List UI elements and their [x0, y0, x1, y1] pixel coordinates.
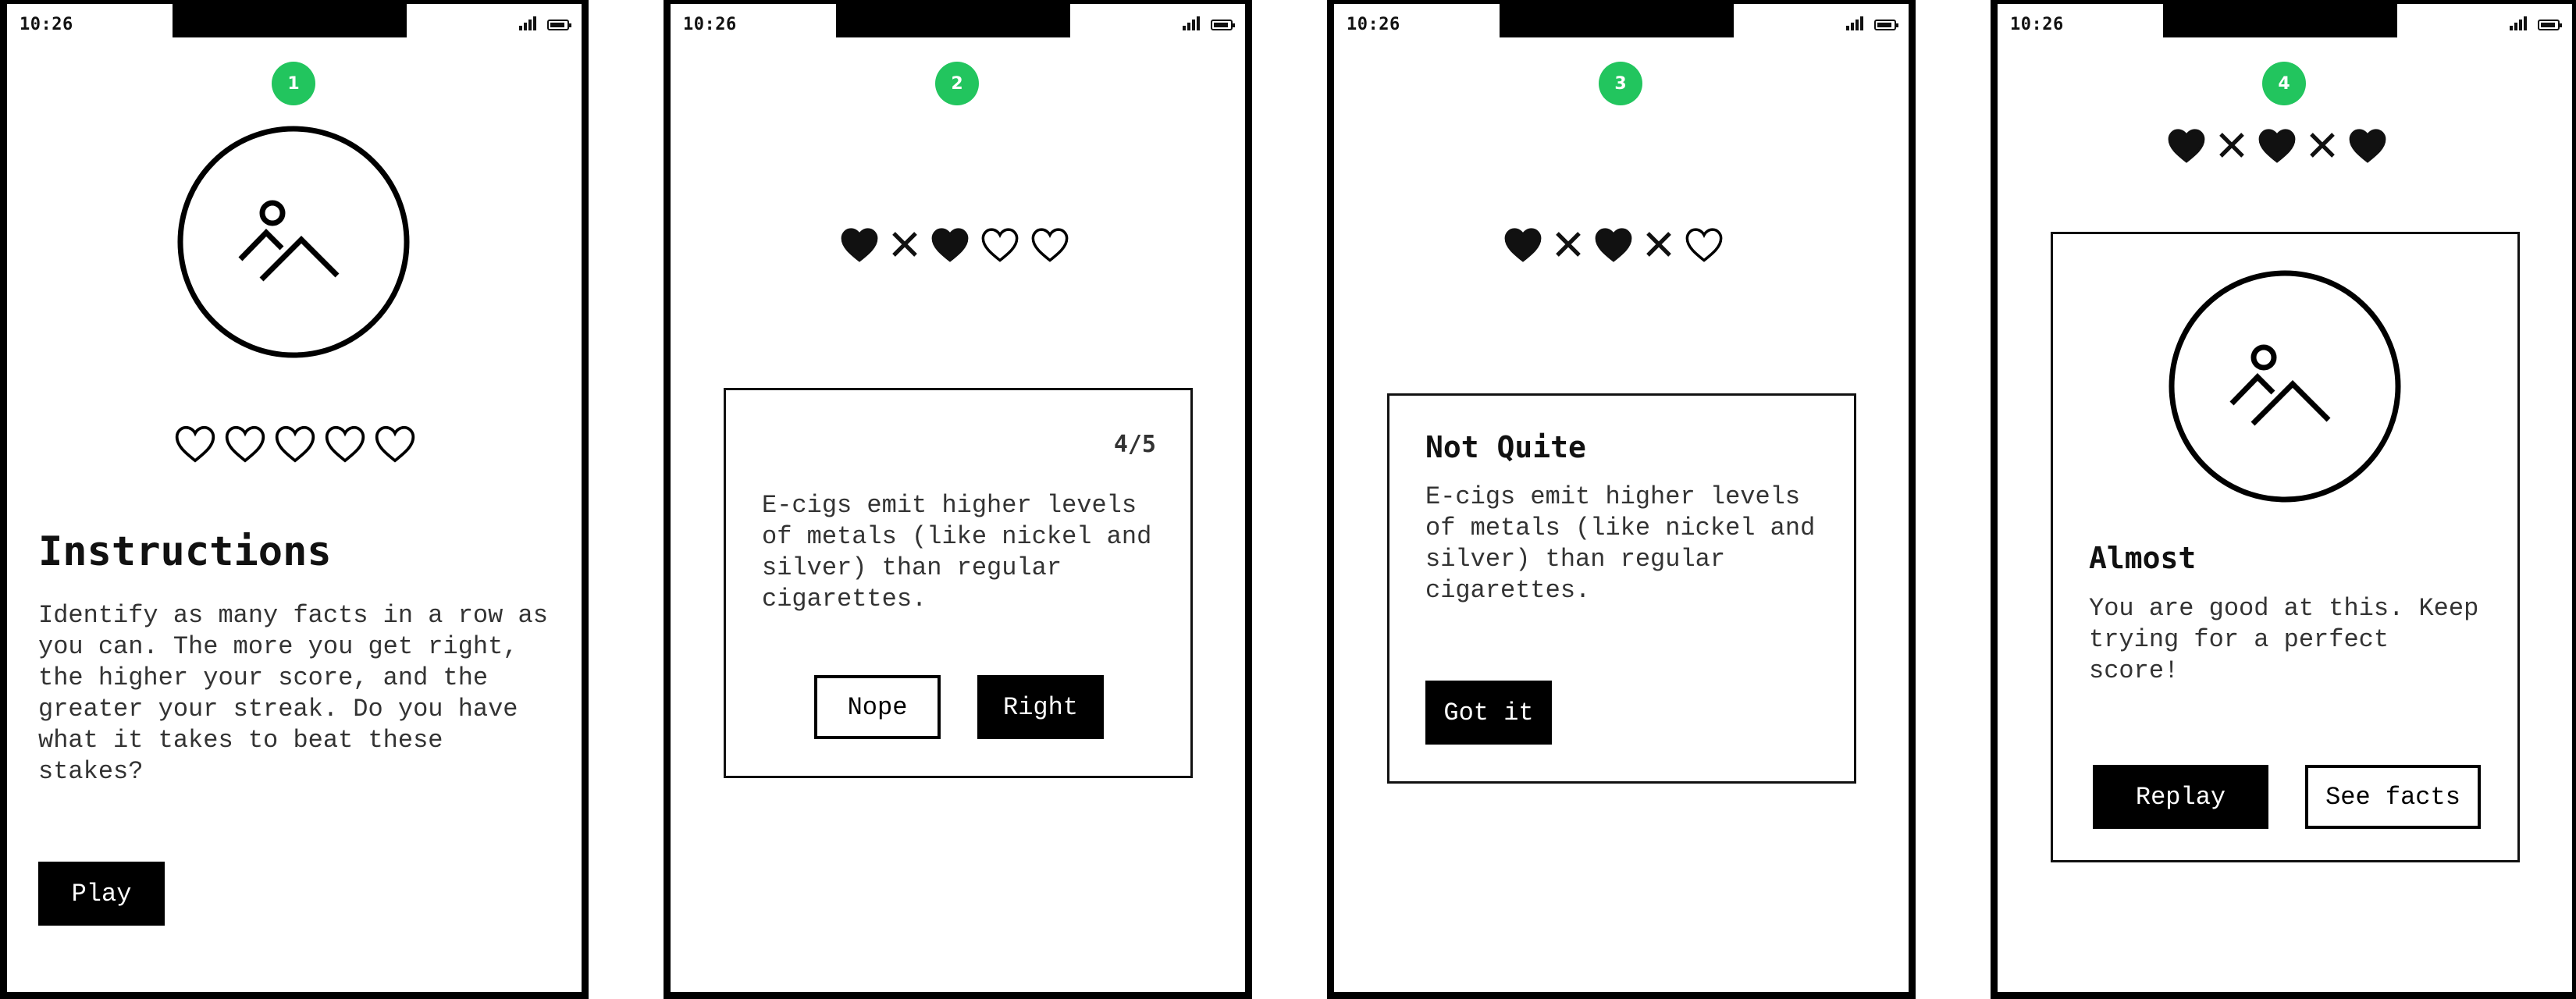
battery-icon [547, 20, 571, 30]
result-title: Almost [2089, 541, 2197, 575]
heart-empty-icon [375, 425, 415, 463]
heart-empty-icon [981, 228, 1019, 262]
heart-filled-icon [931, 228, 969, 262]
battery-icon [2538, 20, 2562, 30]
x-mark-icon [892, 232, 917, 257]
x-mark-icon [1646, 232, 1671, 257]
image-placeholder-icon [177, 126, 410, 358]
heart-empty-icon [325, 425, 365, 463]
screen-2-question: 10:26 2 4/5 E-cigs emit higher levels of… [664, 0, 1252, 999]
x-mark-icon [2310, 133, 2335, 158]
x-mark-icon [1556, 232, 1581, 257]
heart-filled-icon [841, 228, 878, 262]
heart-empty-icon [1685, 228, 1723, 262]
signal-icon [1183, 16, 1200, 30]
question-counter: 4/5 [1113, 431, 1156, 458]
heart-filled-icon [2168, 129, 2205, 163]
step-badge: 2 [935, 62, 979, 105]
heart-filled-icon [2258, 129, 2296, 163]
status-time: 10:26 [2010, 15, 2064, 34]
screen-4-result: 10:26 4 Almost You are good at this. Kee… [1991, 0, 2576, 999]
step-badge: 3 [1599, 62, 1642, 105]
status-time: 10:26 [683, 15, 737, 34]
heart-filled-icon [1595, 228, 1632, 262]
notch [173, 0, 407, 37]
battery-icon [1211, 20, 1235, 30]
lives-row [173, 423, 417, 464]
step-badge: 4 [2262, 62, 2306, 105]
heart-empty-icon [225, 425, 265, 463]
screen-1-instructions: 10:26 1 Instructions Identify as many fa… [0, 0, 589, 999]
heart-empty-icon [275, 425, 315, 463]
see-facts-button[interactable]: See facts [2305, 765, 2481, 829]
status-icons [1183, 16, 1235, 30]
lives-row [2166, 126, 2388, 164]
instructions-body: Identify as many facts in a row as you c… [38, 601, 548, 786]
feedback-card: Not Quite E-cigs emit higher levels of m… [1387, 393, 1856, 784]
signal-icon [1846, 16, 1863, 30]
battery-icon [1874, 20, 1898, 30]
fact-text: E-cigs emit higher levels of metals (lik… [1425, 482, 1816, 605]
right-button[interactable]: Right [977, 675, 1104, 739]
heart-empty-icon [1031, 228, 1069, 262]
question-card: 4/5 E-cigs emit higher levels of metals … [724, 388, 1193, 778]
result-body: You are good at this. Keep trying for a … [2089, 594, 2479, 685]
signal-icon [519, 16, 536, 30]
notch [1500, 0, 1734, 37]
status-icons [2510, 16, 2562, 30]
screen-3-feedback: 10:26 3 Not Quite E-cigs emit higher lev… [1327, 0, 1916, 999]
status-icons [519, 16, 571, 30]
nope-button[interactable]: Nope [814, 675, 941, 739]
lives-row [1503, 226, 1724, 263]
heart-empty-icon [175, 425, 215, 463]
result-card: Almost You are good at this. Keep trying… [2051, 232, 2520, 862]
status-icons [1846, 16, 1898, 30]
x-mark-icon [2219, 133, 2244, 158]
signal-icon [2510, 16, 2527, 30]
instructions-title: Instructions [38, 528, 332, 575]
notch [2163, 0, 2397, 37]
fact-text: E-cigs emit higher levels of metals (lik… [762, 491, 1152, 613]
replay-button[interactable]: Replay [2093, 765, 2268, 829]
image-placeholder-icon [2169, 270, 2401, 503]
status-time: 10:26 [1347, 15, 1400, 34]
notch [836, 0, 1070, 37]
feedback-title: Not Quite [1425, 430, 1586, 464]
heart-filled-icon [2349, 129, 2386, 163]
step-badge: 1 [272, 62, 315, 105]
status-time: 10:26 [20, 15, 73, 34]
heart-filled-icon [1504, 228, 1542, 262]
got-it-button[interactable]: Got it [1425, 681, 1552, 745]
play-button[interactable]: Play [38, 862, 165, 926]
lives-row [839, 226, 1070, 263]
